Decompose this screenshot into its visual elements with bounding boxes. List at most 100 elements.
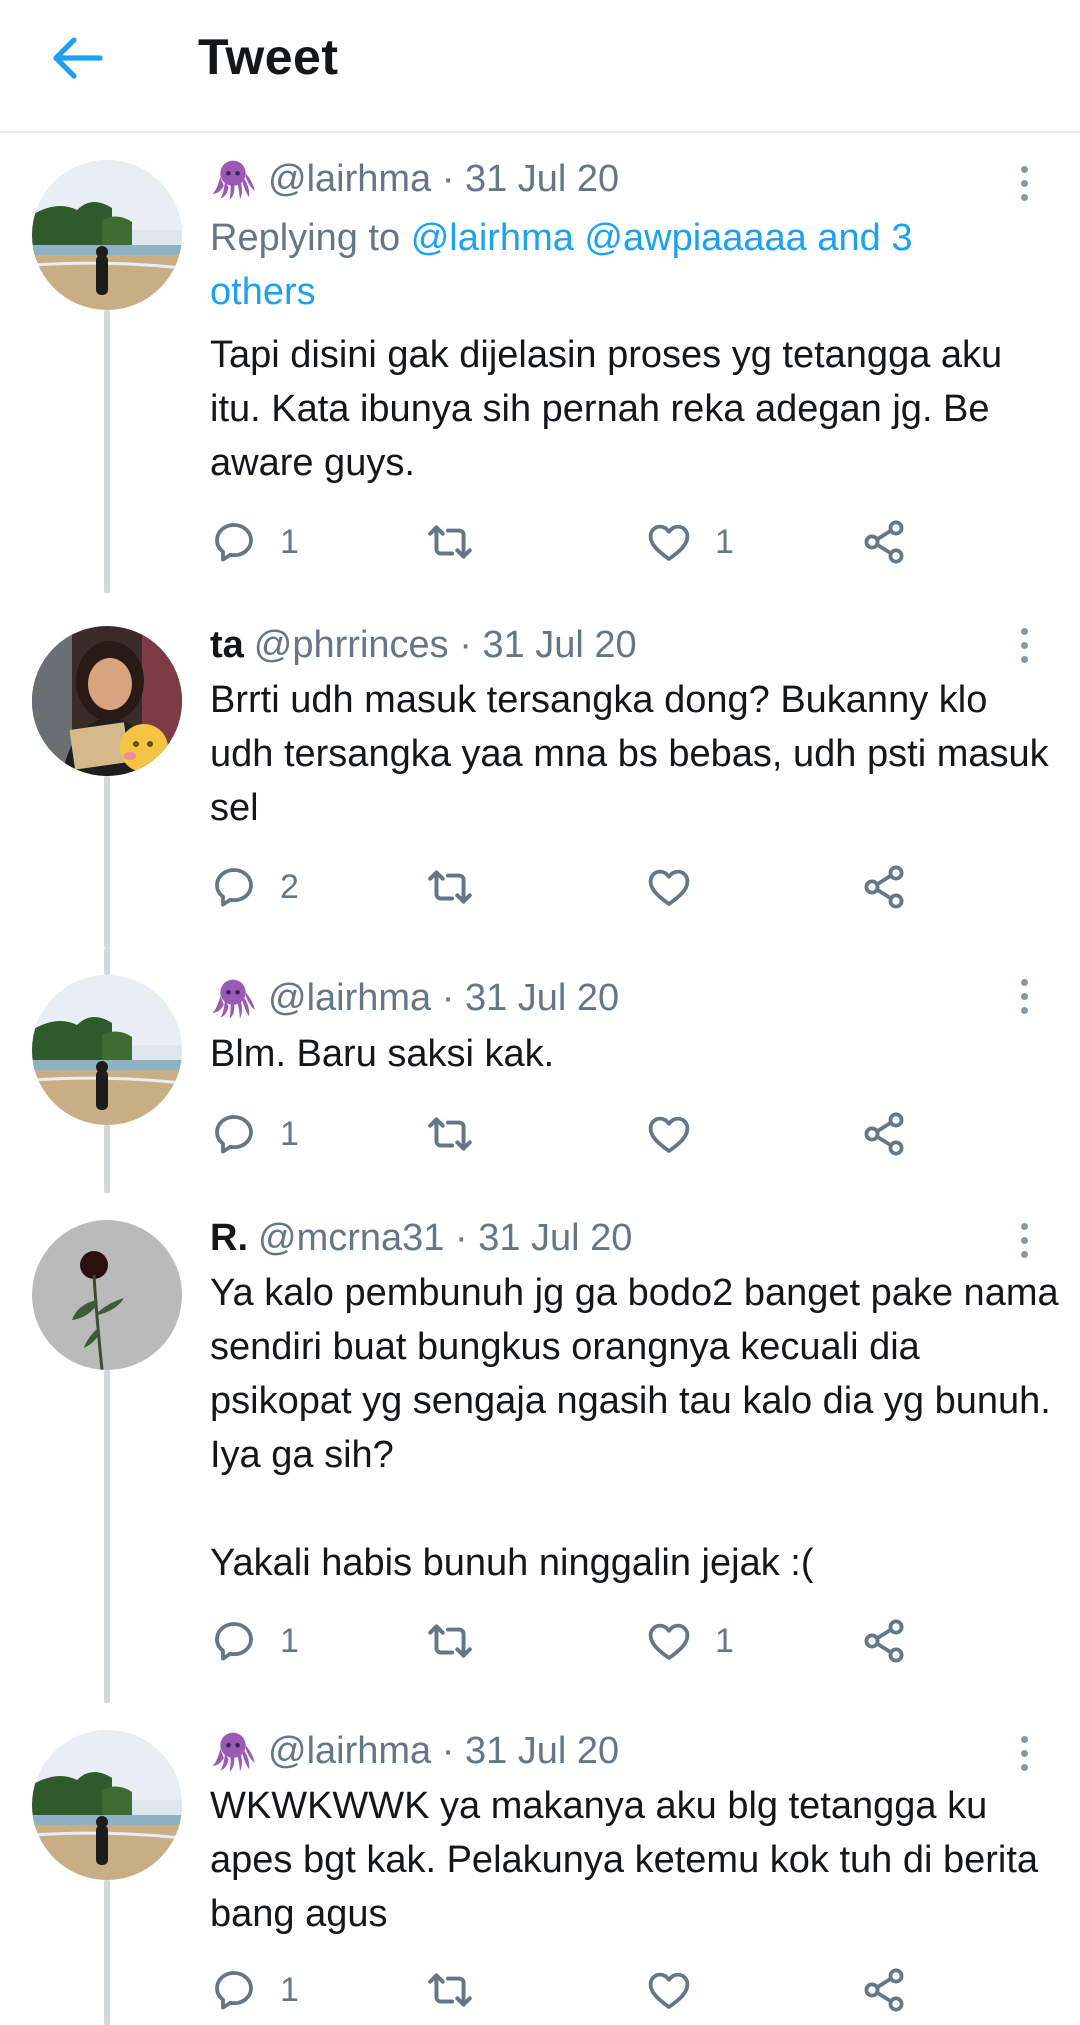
tweet-handle[interactable]: @mcrna31 xyxy=(258,1214,444,1262)
heart-icon xyxy=(645,863,693,911)
tweet-item[interactable]: @lairhma · 31 Jul 20 Replying to @lairhm… xyxy=(0,133,1080,593)
tweet-handle[interactable]: @phrrinces xyxy=(254,621,449,669)
thread-line xyxy=(104,1370,110,1703)
tweet-item[interactable]: @lairhma · 31 Jul 20 Blm. Baru saksi kak… xyxy=(0,948,1080,1193)
retweet-icon xyxy=(425,862,475,912)
share-button[interactable] xyxy=(860,1613,908,1669)
like-button[interactable] xyxy=(645,859,715,915)
avatar[interactable] xyxy=(32,1220,182,1370)
tweet-handle[interactable]: @lairhma xyxy=(268,974,431,1022)
thread-line xyxy=(104,776,110,948)
reply-count: 1 xyxy=(280,1970,299,2009)
separator-dot: · xyxy=(448,624,483,666)
reply-button[interactable]: 2 xyxy=(210,859,299,915)
retweet-icon xyxy=(425,1965,475,2015)
tweet-header: @lairhma · 31 Jul 20 xyxy=(210,155,619,203)
tweet-display-name[interactable]: R. xyxy=(210,1214,248,1262)
tweet-item[interactable]: ta @phrrinces · 31 Jul 20 Brrti udh masu… xyxy=(0,593,1080,948)
reply-icon xyxy=(210,518,258,566)
like-button[interactable]: 1 xyxy=(645,1613,734,1669)
share-icon xyxy=(860,1617,908,1665)
avatar[interactable] xyxy=(32,626,182,776)
separator-dot: · xyxy=(431,158,465,200)
heart-icon xyxy=(645,518,693,566)
tweet-actions: 2 xyxy=(210,859,930,915)
replying-to-label: Replying to xyxy=(210,217,401,259)
tweet-text: WKWKWWK ya makanya aku blg tetangga ku a… xyxy=(210,1785,1049,1935)
back-button[interactable] xyxy=(48,30,108,86)
tweet-date[interactable]: 31 Jul 20 xyxy=(482,621,636,669)
retweet-button[interactable] xyxy=(425,1106,497,1162)
reply-count: 1 xyxy=(280,1621,299,1660)
reply-count: 1 xyxy=(280,1114,299,1153)
tweet-header: R. @mcrna31 · 31 Jul 20 xyxy=(210,1214,632,1262)
share-button[interactable] xyxy=(860,514,908,570)
reply-button[interactable]: 1 xyxy=(210,1962,299,2018)
share-button[interactable] xyxy=(860,859,908,915)
tweet-handle[interactable]: @lairhma xyxy=(268,155,431,203)
thread-line xyxy=(104,310,110,593)
octopus-emoji-icon xyxy=(210,975,256,1021)
tweet-header: ta @phrrinces · 31 Jul 20 xyxy=(210,621,637,669)
retweet-button[interactable] xyxy=(425,859,497,915)
top-bar: Tweet xyxy=(0,0,1080,133)
like-button[interactable] xyxy=(645,1962,715,2018)
tweet-actions: 1 1 xyxy=(210,514,930,570)
share-button[interactable] xyxy=(860,1962,908,2018)
tweet-header: @lairhma · 31 Jul 20 xyxy=(210,1727,619,1775)
separator-dot: · xyxy=(431,977,465,1019)
avatar[interactable] xyxy=(32,1730,182,1880)
page-title: Tweet xyxy=(198,29,339,85)
thread-line xyxy=(104,948,110,975)
tweet-header: @lairhma · 31 Jul 20 xyxy=(210,974,619,1022)
share-icon xyxy=(860,518,908,566)
reply-icon xyxy=(210,863,258,911)
octopus-emoji-icon xyxy=(210,156,256,202)
octopus-emoji-icon xyxy=(210,1728,256,1774)
tweet-date[interactable]: 31 Jul 20 xyxy=(465,155,619,203)
retweet-icon xyxy=(425,1109,475,1159)
like-button[interactable]: 1 xyxy=(645,514,734,570)
reply-button[interactable]: 1 xyxy=(210,1106,299,1162)
reply-count: 2 xyxy=(280,867,299,906)
tweet-date[interactable]: 31 Jul 20 xyxy=(465,974,619,1022)
more-options-icon[interactable] xyxy=(1000,1729,1048,1777)
heart-icon xyxy=(645,1110,693,1158)
tweet-display-name[interactable]: ta xyxy=(210,621,244,669)
more-options-icon[interactable] xyxy=(1000,972,1048,1020)
retweet-button[interactable] xyxy=(425,514,497,570)
reply-button[interactable]: 1 xyxy=(210,514,299,570)
tweet-handle[interactable]: @lairhma xyxy=(268,1727,431,1775)
share-button[interactable] xyxy=(860,1106,908,1162)
reply-button[interactable]: 1 xyxy=(210,1613,299,1669)
like-count: 1 xyxy=(715,1621,734,1660)
heart-icon xyxy=(645,1966,693,2014)
retweet-icon xyxy=(425,517,475,567)
tweet-text: Blm. Baru saksi kak. xyxy=(210,1033,555,1075)
more-options-icon[interactable] xyxy=(1000,621,1048,669)
separator-dot: · xyxy=(444,1217,479,1259)
avatar[interactable] xyxy=(32,975,182,1125)
like-button[interactable] xyxy=(645,1106,715,1162)
tweet-date[interactable]: 31 Jul 20 xyxy=(478,1214,632,1262)
retweet-button[interactable] xyxy=(425,1962,497,2018)
reply-icon xyxy=(210,1110,258,1158)
thread-line xyxy=(104,1880,110,2025)
tweet-text: Ya kalo pembunuh jg ga bodo2 banget pake… xyxy=(210,1272,1059,1584)
more-options-icon[interactable] xyxy=(1000,1216,1048,1264)
retweet-icon xyxy=(425,1616,475,1666)
tweet-item[interactable]: R. @mcrna31 · 31 Jul 20 Ya kalo pembunuh… xyxy=(0,1193,1080,1703)
reply-icon xyxy=(210,1617,258,1665)
tweet-date[interactable]: 31 Jul 20 xyxy=(465,1727,619,1775)
arrow-left-icon xyxy=(53,37,103,79)
tweet-actions: 1 xyxy=(210,1962,930,2018)
avatar[interactable] xyxy=(32,160,182,310)
tweet-actions: 1 1 xyxy=(210,1613,930,1669)
replying-to: Replying to @lairhma @awpiaaaaa and 3 ot… xyxy=(210,211,1010,319)
tweet-item[interactable]: @lairhma · 31 Jul 20 WKWKWWK ya makanya … xyxy=(0,1703,1080,2025)
retweet-button[interactable] xyxy=(425,1613,497,1669)
reply-icon xyxy=(210,1966,258,2014)
share-icon xyxy=(860,1110,908,1158)
more-options-icon[interactable] xyxy=(1000,159,1048,207)
heart-icon xyxy=(645,1617,693,1665)
